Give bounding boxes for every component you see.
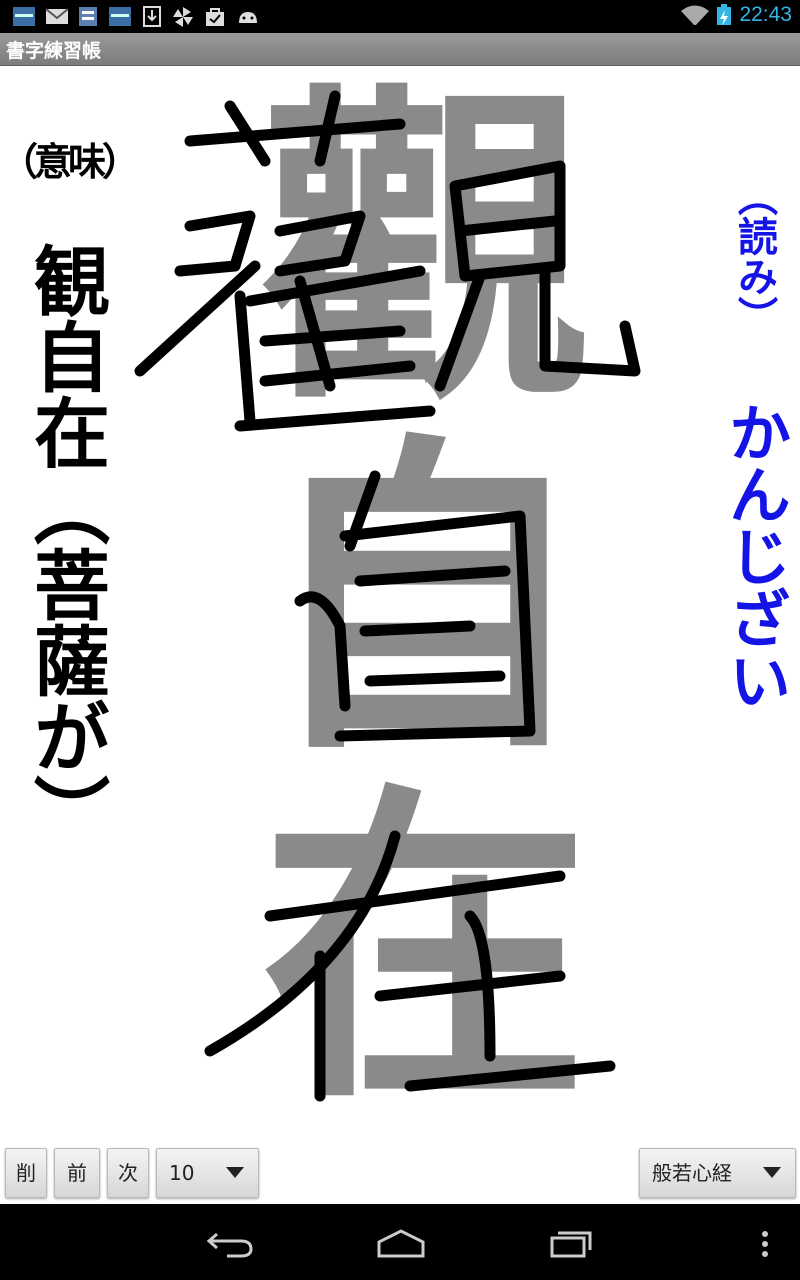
meaning-panel: （意味） 観自在（菩薩が） — [0, 131, 140, 896]
reading-panel: （読み） かんじざい — [708, 176, 800, 786]
sutra-select-value: 般若心経 — [652, 1161, 732, 1185]
dropdown-arrow-icon — [763, 1167, 781, 1178]
reading-header: （読み） — [731, 176, 777, 336]
reading-text: かんじざい — [718, 401, 791, 711]
battery-charging-icon — [717, 4, 731, 25]
pinwheel-icon — [173, 7, 193, 27]
app-title: 書字練習帳 — [6, 40, 102, 62]
delete-button[interactable]: 削 — [5, 1148, 47, 1198]
size-select-value: 10 — [169, 1161, 195, 1185]
android-icon — [239, 12, 257, 23]
prev-button[interactable]: 前 — [54, 1148, 100, 1198]
size-select[interactable]: 10 — [156, 1148, 259, 1198]
recent-apps-icon[interactable] — [548, 1228, 596, 1258]
meaning-header: （意味） — [0, 140, 140, 184]
shopping-bag-icon — [206, 8, 224, 26]
status-bar: 22:43 — [0, 0, 800, 33]
app-notification-icon — [109, 7, 131, 26]
writing-canvas[interactable]: 觀 自 在 （意味） 観自在（菩薩が） （読み） かんじざい — [0, 66, 800, 1144]
navigation-bar — [0, 1204, 800, 1280]
dropdown-arrow-icon — [226, 1167, 244, 1178]
action-bar: 書字練習帳 — [0, 33, 800, 66]
wifi-icon — [681, 5, 709, 25]
overflow-menu-icon[interactable] — [760, 1230, 770, 1258]
toolbar: 削 前 次 10 般若心経 — [0, 1144, 800, 1204]
next-button[interactable]: 次 — [107, 1148, 149, 1198]
app-notification-icon — [13, 7, 35, 26]
meaning-text: 観自在（菩薩が） — [21, 242, 110, 850]
clock: 22:43 — [739, 3, 792, 26]
sutra-select[interactable]: 般若心経 — [639, 1148, 796, 1198]
app-notification-icon — [79, 7, 97, 26]
gmail-icon — [45, 8, 69, 24]
back-icon[interactable] — [205, 1228, 255, 1258]
home-icon[interactable] — [375, 1228, 427, 1258]
download-icon — [143, 6, 161, 27]
